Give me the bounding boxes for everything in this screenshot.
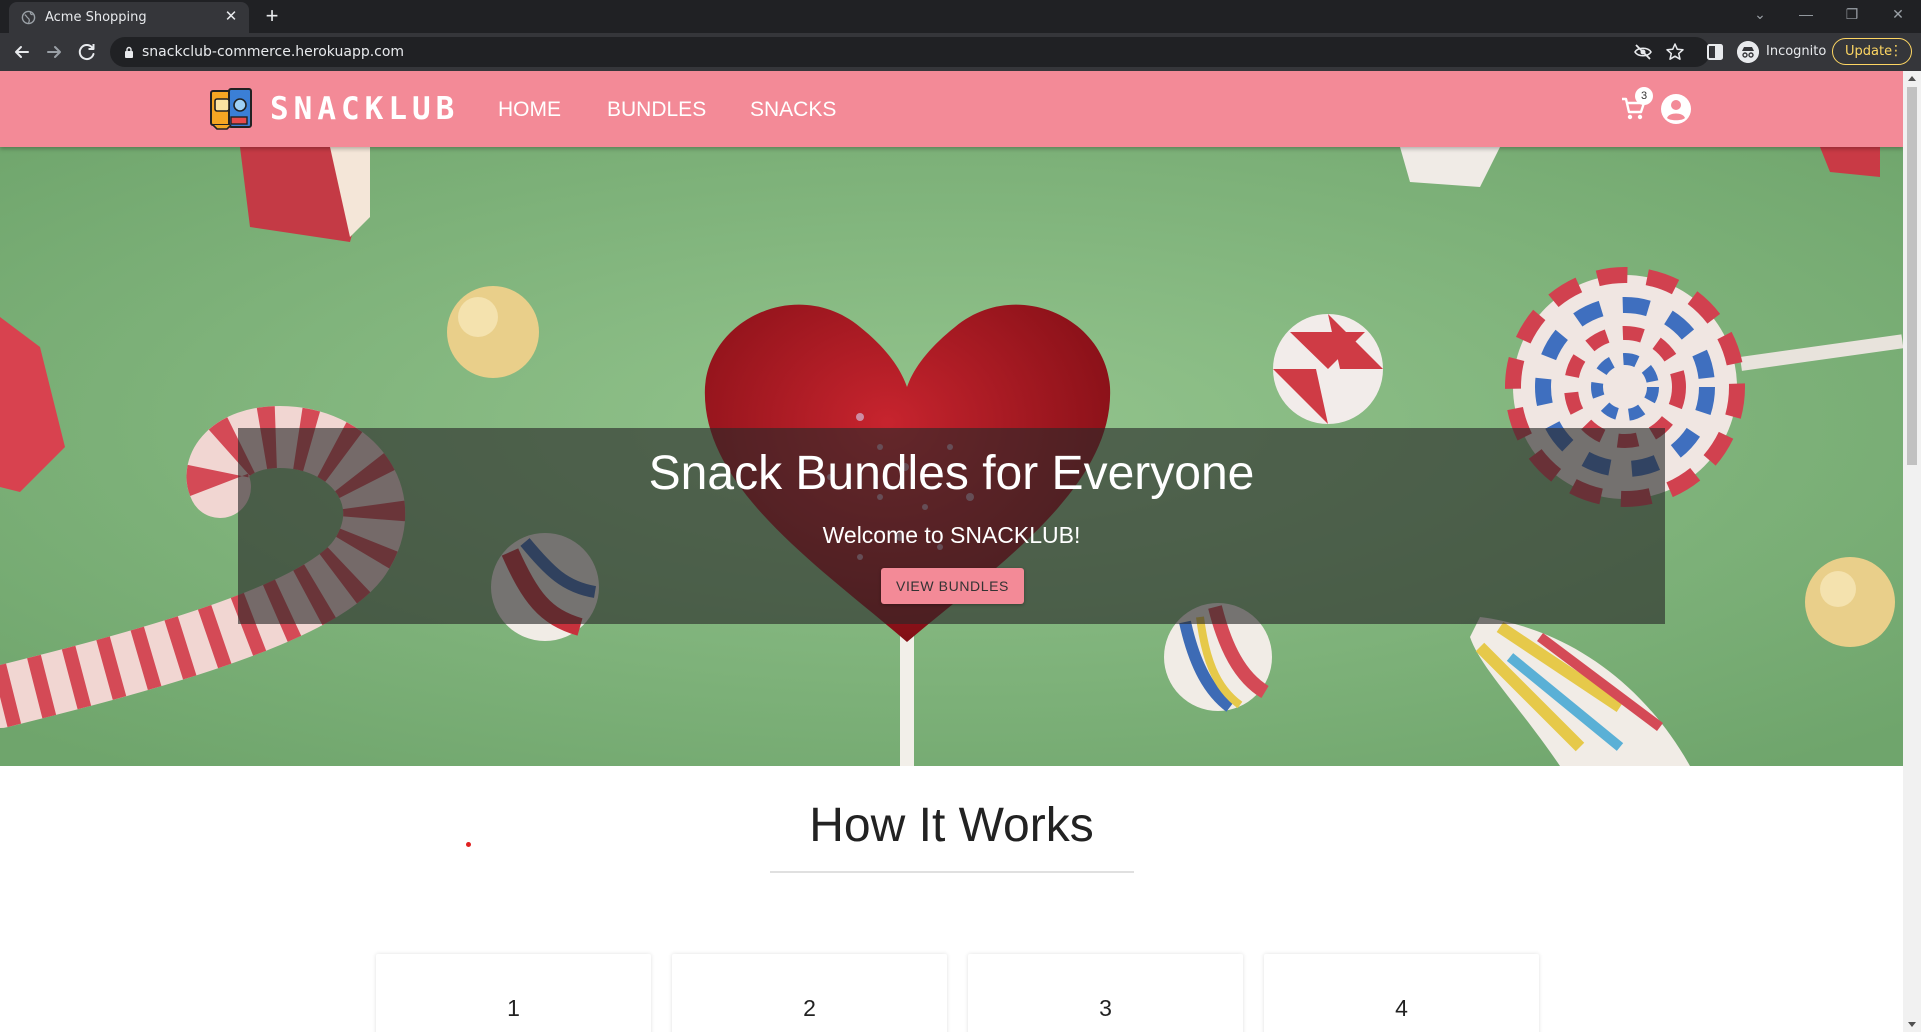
section-divider xyxy=(770,871,1134,873)
nav-bundles[interactable]: BUNDLES xyxy=(607,98,706,122)
step-number: 3 xyxy=(1099,995,1112,1021)
profile-label: Incognito xyxy=(1766,44,1827,59)
step-card: 1 xyxy=(376,954,651,1032)
restore-icon[interactable]: ❐ xyxy=(1829,0,1875,30)
close-window-icon[interactable]: ✕ xyxy=(1875,0,1921,30)
site-navbar: SNACKLUB HOME BUNDLES SNACKS 3 xyxy=(0,71,1903,147)
scroll-down-arrow-icon[interactable] xyxy=(1908,1022,1916,1027)
page-scrollbar[interactable] xyxy=(1903,71,1921,1032)
how-it-works-title: How It Works xyxy=(809,799,1094,852)
snack-logo-icon[interactable] xyxy=(209,85,256,132)
update-button[interactable]: Update ⋮ xyxy=(1832,38,1912,65)
close-icon[interactable]: ✕ xyxy=(223,9,239,25)
scroll-thumb[interactable] xyxy=(1907,87,1917,465)
browser-tab-bar: Acme Shopping ✕ + ⌄ — ❐ ✕ xyxy=(0,0,1921,33)
lock-icon xyxy=(125,46,133,58)
address-bar[interactable]: snackclub-commerce.herokuapp.com xyxy=(110,37,1710,67)
back-icon[interactable] xyxy=(9,39,35,65)
step-number: 1 xyxy=(507,995,520,1021)
account-icon[interactable] xyxy=(1661,94,1691,124)
side-panel-icon[interactable] xyxy=(1702,39,1728,65)
hero-title: Snack Bundles for Everyone xyxy=(648,447,1255,500)
plus-icon[interactable]: + xyxy=(260,4,284,28)
step-card: 2 xyxy=(672,954,947,1032)
page-viewport: SNACKLUB HOME BUNDLES SNACKS 3 Snack Bun… xyxy=(0,71,1903,1032)
nav-snacks[interactable]: SNACKS xyxy=(750,98,836,122)
view-bundles-button[interactable]: VIEW BUNDLES xyxy=(881,568,1024,604)
browser-toolbar: snackclub-commerce.herokuapp.com Incogni… xyxy=(0,33,1921,71)
eye-off-icon[interactable] xyxy=(1633,42,1653,62)
red-dot-marker xyxy=(466,842,471,847)
minimize-icon[interactable]: — xyxy=(1783,0,1829,30)
hero-caption-panel: Snack Bundles for Everyone Welcome to SN… xyxy=(238,428,1665,624)
step-number: 4 xyxy=(1395,995,1408,1021)
tab-title: Acme Shopping xyxy=(45,10,147,25)
scroll-up-arrow-icon[interactable] xyxy=(1908,76,1916,81)
step-card: 4 xyxy=(1264,954,1539,1032)
hero-subtitle: Welcome to SNACKLUB! xyxy=(822,522,1081,548)
reload-icon[interactable] xyxy=(74,39,100,65)
globe-icon xyxy=(21,10,36,25)
step-card: 3 xyxy=(968,954,1243,1032)
url-text: snackclub-commerce.herokuapp.com xyxy=(142,44,405,60)
step-number: 2 xyxy=(803,995,816,1021)
nav-home[interactable]: HOME xyxy=(498,98,561,122)
forward-icon[interactable] xyxy=(41,39,67,65)
hero-banner: Snack Bundles for Everyone Welcome to SN… xyxy=(0,147,1903,766)
kebab-icon: ⋮ xyxy=(1889,43,1903,59)
window-controls: ⌄ — ❐ ✕ xyxy=(1737,0,1921,33)
chevron-down-icon[interactable]: ⌄ xyxy=(1737,0,1783,30)
site-logo-text[interactable]: SNACKLUB xyxy=(270,91,459,127)
star-icon[interactable] xyxy=(1665,42,1685,62)
browser-tab[interactable]: Acme Shopping ✕ xyxy=(9,2,249,33)
incognito-icon[interactable] xyxy=(1737,41,1759,63)
cart-count-badge: 3 xyxy=(1635,87,1653,105)
update-label: Update xyxy=(1845,44,1893,59)
